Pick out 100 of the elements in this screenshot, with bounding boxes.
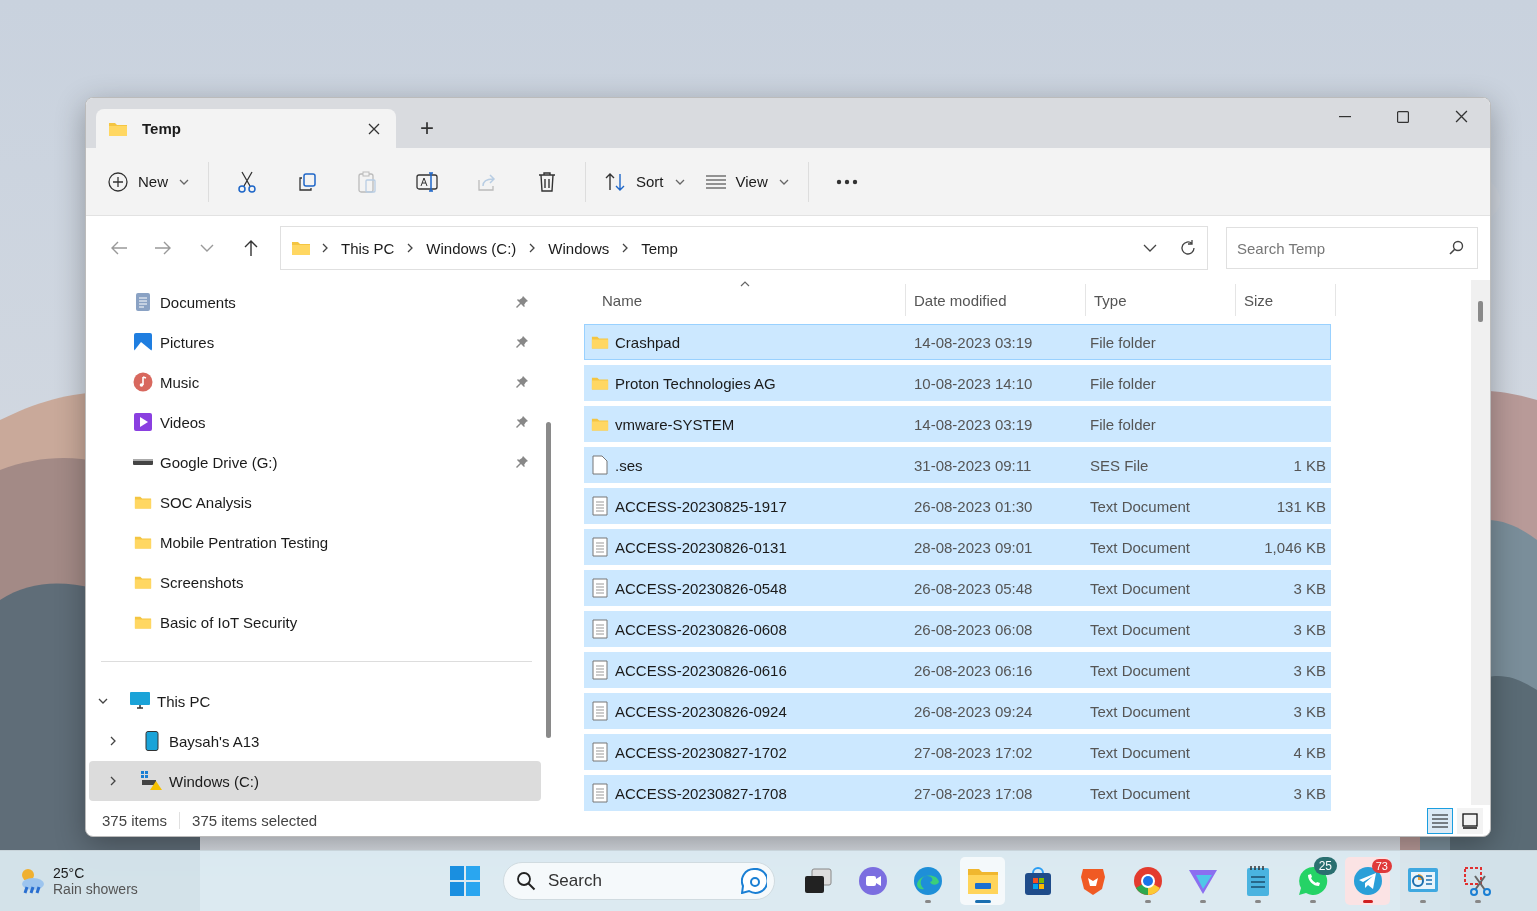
weather-widget[interactable]: 25°C Rain showers (0, 865, 442, 897)
folder-icon (591, 416, 609, 432)
address-bar[interactable]: This PC Windows (C:) Windows Temp (280, 226, 1208, 270)
sort-button[interactable]: Sort (596, 161, 694, 202)
notification-badge: 25 (1313, 857, 1337, 875)
pin-icon[interactable] (515, 335, 529, 349)
column-header[interactable]: Name (584, 284, 906, 316)
folder-icon (134, 494, 152, 510)
file-row[interactable]: vmware-SYSTEM 14-08-2023 03:19 File folder (584, 406, 1331, 442)
text-file-icon (592, 537, 608, 557)
size-cell: 3 KB (1293, 702, 1326, 720)
sidebar-item[interactable]: Documents (89, 282, 541, 322)
taskbar-app-button[interactable]: 73 (1345, 857, 1390, 905)
date-cell-text: 26-08-2023 06:16 (913, 661, 1034, 679)
file-row[interactable]: ACCESS-20230827-1702 27-08-2023 17:02 Text Document 4 KB (584, 734, 1331, 770)
file-row[interactable]: Proton Technologies AG 10-08-2023 14:10 File folder (584, 365, 1331, 401)
breadcrumb-item[interactable]: Temp (639, 237, 680, 259)
folder-icon (134, 574, 152, 590)
new-button[interactable]: New (100, 161, 198, 202)
date-cell-text: 26-08-2023 05:48 (913, 579, 1034, 597)
taskbar-app-button[interactable]: 25 (1290, 857, 1335, 905)
shopping-bag-icon (1022, 866, 1053, 896)
date-cell-text: 26-08-2023 01:30 (913, 497, 1034, 515)
folder-icon (108, 120, 128, 137)
details-view-button[interactable] (1427, 807, 1453, 834)
column-header[interactable]: Size (1236, 284, 1336, 316)
item-count: 375 items (102, 812, 168, 829)
folder-icon (591, 334, 609, 350)
file-row[interactable]: ACCESS-20230826-0616 26-08-2023 06:16 Text Document 3 KB (584, 652, 1331, 688)
file-row[interactable]: ACCESS-20230826-0131 28-08-2023 09:01 Text Document 1,046 KB (584, 529, 1331, 565)
breadcrumb-item[interactable]: Windows (546, 237, 612, 259)
pin-icon[interactable] (515, 375, 529, 389)
tiles-view-button[interactable] (1457, 807, 1483, 834)
square-icon (1462, 812, 1478, 829)
swirl-circle-icon (912, 866, 943, 896)
stacked-windows-icon (803, 868, 832, 894)
file-row[interactable]: ACCESS-20230827-1708 27-08-2023 17:08 Text Document 3 KB (584, 775, 1331, 811)
date-cell-text: 27-08-2023 17:02 (913, 743, 1034, 761)
clipboard-icon (357, 170, 377, 193)
text-file-icon (592, 742, 608, 762)
sidebar-item[interactable]: Music (89, 362, 541, 402)
sidebar-item[interactable]: Google Drive (G:) (89, 442, 541, 482)
weather-condition: Rain showers (53, 881, 138, 897)
size-cell: 3 KB (1293, 579, 1326, 597)
search-icon (516, 871, 536, 891)
type-cell-text: SES File (1089, 456, 1150, 474)
type-cell-text: Text Document (1089, 702, 1192, 720)
date-cell-text: 26-08-2023 09:24 (913, 702, 1034, 720)
sidebar-item[interactable]: Basic of IoT Security (89, 602, 541, 642)
tree-item[interactable]: Baysah's A13 (89, 721, 541, 761)
sidebar-item[interactable]: SOC Analysis (89, 482, 541, 522)
sidebar-item[interactable]: Mobile Pentration Testing (89, 522, 541, 562)
folder-icon (291, 240, 311, 256)
image-icon (134, 333, 152, 351)
share-icon (477, 171, 497, 192)
new-tab-button[interactable]: + (414, 114, 440, 142)
file-row[interactable]: ACCESS-20230826-0548 26-08-2023 05:48 Text Document 3 KB (584, 570, 1331, 606)
file-name: vmware-SYSTEM (615, 415, 735, 433)
file-name: ACCESS-20230827-1708 (615, 784, 787, 802)
file-row[interactable]: ACCESS-20230826-0924 26-08-2023 09:24 Text Document 3 KB (584, 693, 1331, 729)
column-header[interactable]: Type (1086, 284, 1236, 316)
sidebar-item[interactable]: Videos (89, 402, 541, 442)
file-name: ACCESS-20230826-0548 (615, 579, 787, 597)
chevron-down-icon (200, 243, 214, 253)
breadcrumb-item[interactable]: This PC (339, 237, 397, 259)
size-cell: 131 KB (1276, 497, 1326, 515)
file-name: ACCESS-20230827-1702 (615, 743, 787, 761)
scrollbar-thumb[interactable] (1478, 301, 1483, 322)
scrollbar-thumb[interactable] (546, 422, 551, 738)
taskbar-search-field[interactable]: Search (503, 862, 775, 900)
file-row[interactable]: ACCESS-20230825-1917 26-08-2023 01:30 Text Document 131 KB (584, 488, 1331, 524)
file-name: .ses (615, 456, 643, 474)
chevron-down-icon[interactable] (1143, 243, 1157, 253)
pin-icon[interactable] (515, 295, 529, 309)
search-field[interactable]: Search Temp (1226, 227, 1478, 269)
size-cell: 3 KB (1293, 784, 1326, 802)
sidebar-item[interactable]: Pictures (89, 322, 541, 362)
file-name: Proton Technologies AG (615, 374, 776, 392)
sidebar-item[interactable]: Screenshots (89, 562, 541, 602)
window-tab[interactable]: Temp (96, 109, 396, 148)
column-header[interactable]: Date modified (906, 284, 1086, 316)
file-row[interactable]: .ses 31-08-2023 09:11 SES File 1 KB (584, 447, 1331, 483)
tree-item[interactable]: This PC (89, 681, 541, 721)
tree-item[interactable]: Windows (C:) (89, 761, 541, 801)
cloud-rain-icon (22, 868, 45, 894)
date-cell-text: 31-08-2023 09:11 (913, 456, 1033, 474)
back-arrow-icon (110, 240, 128, 256)
breadcrumb-item[interactable]: Windows (C:) (424, 237, 519, 259)
forward-arrow-icon (154, 240, 172, 256)
close-icon (368, 122, 380, 135)
date-cell-text: 28-08-2023 09:01 (913, 538, 1034, 556)
pin-icon[interactable] (515, 455, 529, 469)
pin-icon[interactable] (515, 415, 529, 429)
text-file-icon (592, 660, 608, 680)
file-row[interactable]: ACCESS-20230826-0608 26-08-2023 06:08 Text Document 3 KB (584, 611, 1331, 647)
chat-bubble-icon[interactable] (741, 868, 767, 894)
view-button[interactable]: View (697, 161, 798, 202)
size-cell: 1,046 KB (1264, 538, 1326, 556)
file-row[interactable]: Crashpad 14-08-2023 03:19 File folder (584, 324, 1331, 360)
refresh-icon[interactable] (1179, 239, 1197, 257)
